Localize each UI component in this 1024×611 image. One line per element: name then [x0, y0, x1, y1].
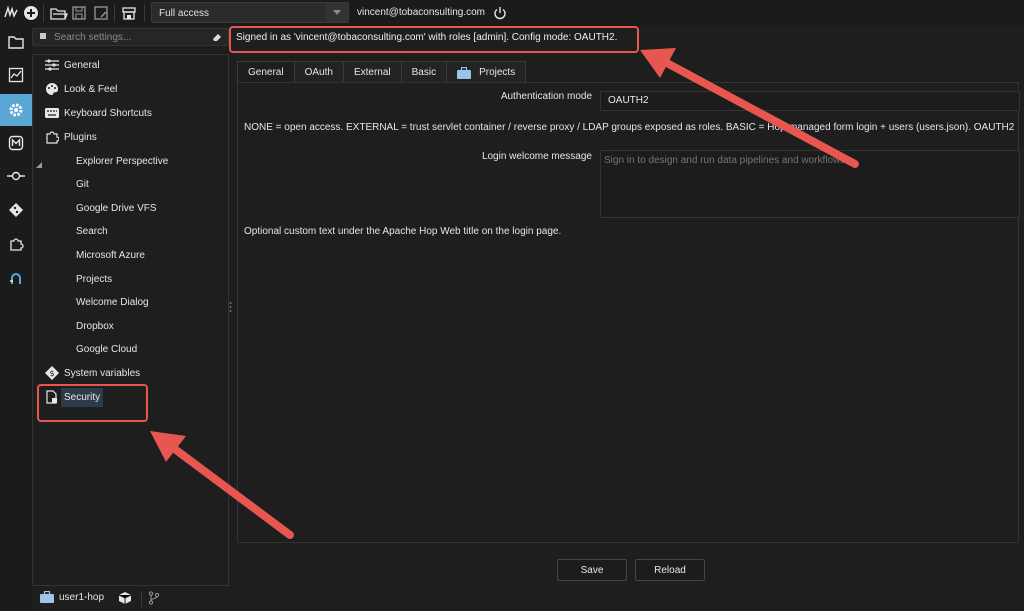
sidebar-item-label: Microsoft Azure — [76, 249, 145, 261]
sidebar-item-plugins[interactable]: Plugins — [44, 127, 97, 147]
welcome-message-help: Optional custom text under the Apache Ho… — [244, 226, 562, 237]
sidebar-item-label: General — [64, 59, 100, 71]
save-as-icon[interactable] — [91, 3, 111, 23]
sidebar-item-label: Projects — [76, 273, 113, 285]
sidebar-item-look-and-feel[interactable]: Look & Feel — [44, 79, 117, 99]
palette-icon — [44, 81, 60, 97]
sidebar-item-dropbox[interactable]: Dropbox — [76, 316, 114, 336]
top-toolbar: Full access vincent@tobaconsulting.com — [0, 0, 1024, 26]
auth-mode-field[interactable]: OAUTH2 — [600, 91, 1020, 111]
access-mode-value: Full access — [159, 8, 210, 19]
general-tab-panel: Authentication mode OAUTH2 NONE = open a… — [237, 82, 1020, 543]
annotation-box-security — [37, 384, 148, 422]
sidebar-item-label: Git — [76, 178, 89, 190]
welcome-message-label: Login welcome message — [481, 151, 592, 162]
project-name: user1-hop — [59, 591, 105, 603]
sidebar-item-label: Google Drive VFS — [76, 202, 157, 214]
tab-oauth[interactable]: OAuth — [293, 61, 344, 83]
user-email: vincent@tobaconsulting.com — [357, 7, 485, 18]
keyboard-icon — [44, 105, 60, 121]
clear-eraser-icon[interactable] — [212, 32, 222, 42]
sidebar-item-explorer-perspective[interactable]: Explorer Perspective — [76, 151, 168, 171]
tab-external[interactable]: External — [342, 61, 402, 83]
sidebar-item-search[interactable]: Search — [76, 221, 108, 241]
tab-label: OAuth — [304, 67, 333, 78]
perspective-rail — [0, 26, 32, 611]
variable-icon: $ — [44, 365, 60, 381]
svg-text:$: $ — [49, 369, 54, 378]
sidebar-item-label: System variables — [64, 367, 141, 379]
briefcase-icon — [40, 591, 54, 603]
hop-logo-icon[interactable] — [1, 3, 21, 23]
execution-perspective-icon[interactable] — [0, 59, 32, 91]
tab-label: Basic — [411, 67, 437, 78]
sidebar-item-label: Plugins — [64, 131, 97, 143]
tab-label: Projects — [479, 67, 516, 78]
open-folder-icon[interactable] — [49, 3, 69, 23]
sidebar-item-label: Keyboard Shortcuts — [64, 107, 152, 119]
sliders-icon — [44, 57, 60, 73]
search-icon — [40, 33, 48, 41]
main-panel: Signed in as 'vincent@tobaconsulting.com… — [232, 26, 1024, 611]
save-button[interactable]: Save — [557, 559, 627, 581]
sidebar-item-google-drive-vfs[interactable]: Google Drive VFS — [76, 198, 157, 218]
sidebar-item-general[interactable]: General — [44, 55, 100, 75]
configuration-gear-icon[interactable] — [0, 94, 32, 126]
sidebar-item-label: Explorer Perspective — [76, 155, 169, 167]
tab-label: External — [353, 67, 391, 78]
git-commit-icon[interactable] — [0, 160, 32, 192]
sidebar-item-google-cloud[interactable]: Google Cloud — [76, 339, 137, 359]
tab-general[interactable]: General — [237, 61, 295, 83]
sidebar-item-microsoft-azure[interactable]: Microsoft Azure — [76, 245, 145, 265]
plugins-puzzle-icon[interactable] — [0, 228, 32, 260]
sidebar-item-git[interactable]: Git — [76, 174, 89, 194]
tab-label: General — [248, 67, 284, 78]
briefcase-icon — [457, 66, 472, 79]
expand-arrow-icon[interactable] — [36, 162, 42, 168]
new-icon[interactable] — [21, 3, 41, 23]
git-branch-icon[interactable] — [148, 591, 160, 605]
auth-mode-label: Authentication mode — [500, 91, 592, 102]
tab-projects[interactable]: Projects — [446, 61, 527, 83]
logout-power-icon[interactable] — [490, 3, 510, 23]
sidebar-item-keyboard-shortcuts[interactable]: Keyboard Shortcuts — [44, 103, 152, 123]
save-icon[interactable] — [69, 3, 89, 23]
auth-mode-help: NONE = open access. EXTERNAL = trust ser… — [244, 122, 1015, 133]
sidebar-item-system-variables[interactable]: $ System variables — [44, 363, 140, 383]
project-indicator[interactable]: user1-hop — [40, 591, 104, 603]
metadata-icon[interactable] — [0, 127, 32, 159]
tab-basic[interactable]: Basic — [400, 61, 448, 83]
settings-sidebar: Search settings... General Look & Feel K… — [32, 26, 229, 587]
git-icon[interactable] — [0, 194, 32, 226]
sidebar-item-welcome-dialog[interactable]: Welcome Dialog — [76, 292, 149, 312]
welcome-message-field[interactable] — [600, 150, 1020, 218]
sidebar-item-label: Google Cloud — [76, 343, 138, 355]
search-settings-input[interactable]: Search settings... — [32, 28, 229, 46]
marketplace-icon[interactable] — [119, 3, 139, 23]
sidebar-item-projects[interactable]: Projects — [76, 269, 112, 289]
sidebar-item-label: Look & Feel — [64, 83, 118, 95]
annotation-box-signed-in — [229, 26, 639, 53]
hop-horseshoe-icon[interactable] — [0, 262, 32, 294]
sidebar-item-label: Search — [76, 225, 108, 237]
sidebar-item-label: Welcome Dialog — [76, 296, 149, 308]
search-placeholder: Search settings... — [54, 32, 132, 43]
settings-tabs: General OAuth External Basic Projects — [237, 61, 527, 83]
reload-button[interactable]: Reload — [635, 559, 705, 581]
access-mode-select[interactable]: Full access — [151, 2, 349, 23]
environment-cube-icon[interactable] — [118, 591, 132, 605]
file-explorer-icon[interactable] — [0, 26, 32, 58]
sidebar-item-label: Dropbox — [76, 320, 114, 332]
chevron-down-icon — [326, 3, 348, 22]
settings-tree: General Look & Feel Keyboard Shortcuts P… — [32, 54, 229, 586]
puzzle-icon — [44, 129, 60, 145]
